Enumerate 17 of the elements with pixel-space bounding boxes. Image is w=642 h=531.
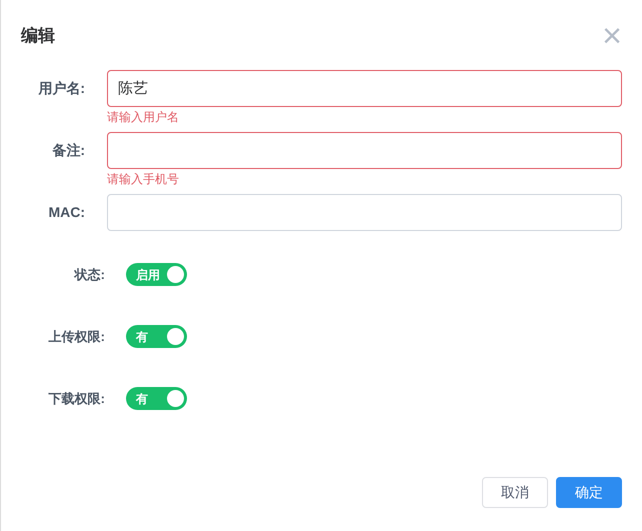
cancel-button[interactable]: 取消	[482, 477, 548, 508]
confirm-button[interactable]: 确定	[556, 477, 622, 508]
close-button[interactable]: ×	[602, 19, 622, 53]
field-label: 备注:	[51, 141, 86, 160]
switch-label: 上传权限:	[48, 328, 106, 346]
switch-label: 下载权限:	[48, 390, 106, 408]
field-label: 用户名:	[37, 79, 86, 98]
switch-label: 状态:	[72, 266, 106, 284]
input-field[interactable]	[107, 132, 622, 169]
toggle-switch[interactable]: 有	[126, 325, 187, 348]
error-message: 请输入手机号	[107, 171, 180, 188]
input-field[interactable]: 陈艺	[107, 70, 622, 107]
toggle-switch[interactable]: 启用	[126, 263, 187, 286]
toggle-switch[interactable]: 有	[126, 387, 187, 410]
field-label: MAC:	[47, 203, 86, 222]
error-message: 请输入用户名	[107, 109, 180, 126]
dialog-title: 编辑	[21, 25, 55, 48]
